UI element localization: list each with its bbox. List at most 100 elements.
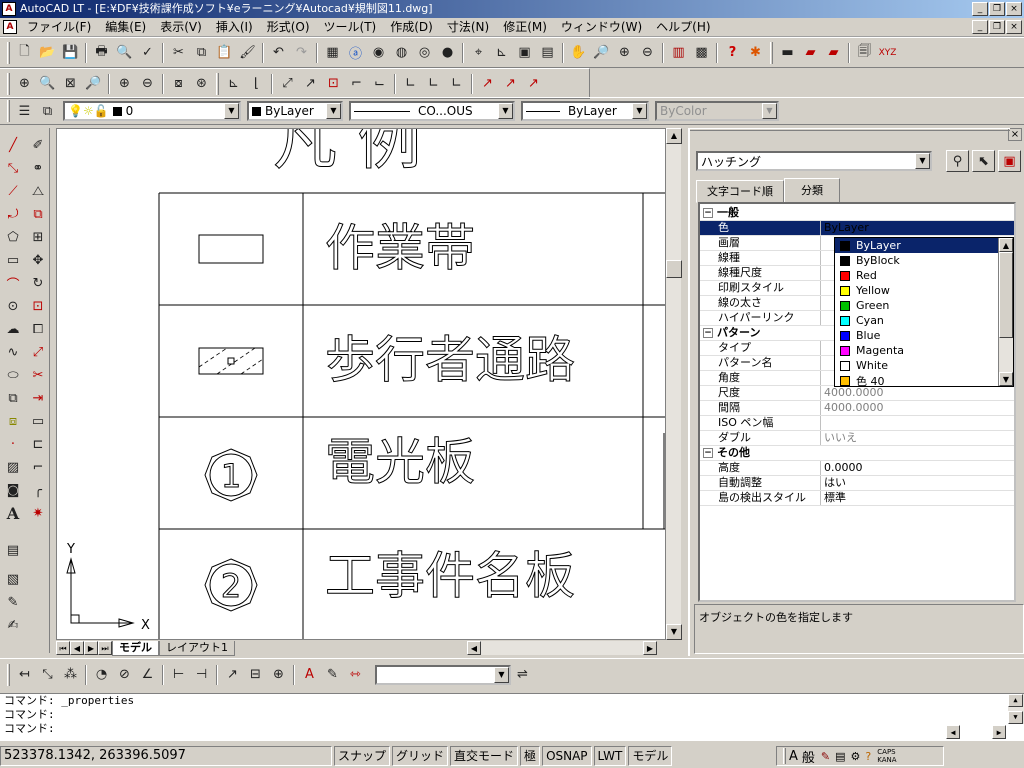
move-icon[interactable]: ✥ [27,249,49,272]
cut-icon[interactable]: ✂ [167,42,190,64]
canvas-vertical-scrollbar[interactable]: ▲ ▼ [665,128,682,640]
linetype-combo[interactable]: CO...OUS ▼ [349,101,515,121]
xyz-filter-icon[interactable]: XYZ [876,42,899,64]
select-objects-icon[interactable]: ⬉ [972,150,995,172]
attribute-icon[interactable]: ✎ [2,591,24,614]
help-icon[interactable]: ? [721,42,744,64]
dimension-text-edit-icon[interactable]: ✎ [321,664,344,686]
layers-dock-icon[interactable]: ▤ [2,539,24,562]
cmd-scroll-up[interactable]: ▲ [1008,694,1023,707]
diameter-dimension-icon[interactable]: ⊘ [113,664,136,686]
color-option[interactable]: Cyan [835,313,999,328]
property-row[interactable]: ダブル いいえ [700,431,1014,446]
layer-combo[interactable]: 💡 ☼ 🔓 0 ▼ [63,101,241,121]
lengthen-icon[interactable]: ⤢ [27,341,49,364]
design-center-icon[interactable]: ▦ [321,42,344,64]
status-toggle[interactable]: グリッド [392,746,449,766]
spline-icon[interactable]: ∿ [2,341,24,364]
status-toggle[interactable]: LWT [593,746,627,766]
chevron-down-icon[interactable]: ▼ [494,666,509,683]
cmd-scroll-right[interactable]: ▶ [992,725,1006,739]
hatch-icon[interactable]: ▨ [2,456,24,479]
zoom-scale-minus-icon[interactable]: ⊖ [136,73,159,95]
stretch-icon[interactable]: ⧠ [27,318,49,341]
dropdown-scroll-thumb[interactable] [999,252,1013,338]
ucs-view-icon[interactable]: ⌐ [345,73,368,95]
scale-icon[interactable]: ⊡ [27,295,49,318]
ime-pad-icon[interactable]: ✎ [821,750,830,763]
ucs-rotate-z-icon[interactable]: ↗ [522,73,545,95]
doc-minimize-button[interactable]: _ [972,20,988,34]
point-icon[interactable]: · [2,433,24,456]
design-center-2-icon[interactable]: ▩ [690,42,713,64]
ellipse-icon[interactable]: ⬭ [2,364,24,387]
scroll-down-arrow[interactable]: ▼ [666,624,682,640]
collapse-icon[interactable]: − [703,448,713,458]
globe-link-icon[interactable]: ◍ [390,42,413,64]
color-option[interactable]: White [835,358,999,373]
doc-close-button[interactable]: × [1006,20,1022,34]
property-row[interactable]: 高度 0.0000 [700,461,1014,476]
property-value[interactable]: いいえ [820,431,1014,445]
chevron-down-icon[interactable]: ▼ [224,103,239,119]
circle-icon[interactable]: ⊙ [2,295,24,318]
property-value[interactable]: 4000.0000 [820,401,1014,415]
chevron-down-icon[interactable]: ▼ [326,103,341,119]
close-button[interactable]: × [1006,2,1022,16]
region-icon[interactable]: ◙ [2,479,24,502]
ucs-face-icon[interactable]: ⊡ [322,73,345,95]
quick-select-icon[interactable]: ⚲ [946,150,969,172]
ucs-x-icon[interactable]: ∟ [399,73,422,95]
property-row[interactable]: 自動調整 はい [700,476,1014,491]
angular-dimension-icon[interactable]: ∠ [136,664,159,686]
globe-icon[interactable]: ◉ [367,42,390,64]
dimension-style-manager-icon[interactable]: ⇌ [511,664,534,686]
snap-from-icon[interactable]: ⊾ [490,42,513,64]
ucs-z-icon[interactable]: ∟ [445,73,468,95]
scroll-thumb[interactable] [666,260,682,278]
status-toggle[interactable]: モデル [628,746,673,766]
autocad-app-icon[interactable]: A [2,2,16,16]
line-icon[interactable]: ╱ [2,134,24,157]
object-type-combo[interactable]: ハッチング ▼ [696,151,932,171]
dimension-style-combo[interactable]: ▼ [375,664,511,685]
tab-prev-arrow[interactable]: ◀ [70,641,84,655]
continue-dimension-icon[interactable]: ⊣ [190,664,213,686]
color-option[interactable]: Magenta [835,343,999,358]
color-combo[interactable]: ByLayer ▼ [247,101,343,121]
dimension-update-icon[interactable]: ⇿ [344,664,367,686]
property-value[interactable]: 4000.0000 [820,386,1014,400]
layer-previous-icon[interactable]: ▰ [822,42,845,64]
property-value[interactable] [820,416,1014,430]
chevron-down-icon[interactable]: ▼ [632,103,647,119]
ucs-3point-icon[interactable]: ⌙ [368,73,391,95]
property-value[interactable]: 標準 [820,491,1014,505]
property-row[interactable]: ISO ペン幅 [700,416,1014,431]
drawing-canvas[interactable]: 凡 例 1 2 作業帯 歩行者通路 電光板 工事件名板 Y X [56,128,666,640]
polygon-icon[interactable]: ⬠ [2,226,24,249]
ucs-y-icon[interactable]: ∟ [422,73,445,95]
menu-item[interactable]: ファイル(F) [20,19,98,36]
zoom-all-icon[interactable]: ⧇ [167,73,190,95]
tab-alphabetic[interactable]: 文字コード順 [696,180,784,203]
lineweight-combo[interactable]: ByLayer ▼ [521,101,649,121]
globe-open-icon[interactable]: ● [436,42,459,64]
object-snap-icon[interactable]: ⌖ [467,42,490,64]
pickadd-icon[interactable]: ▣ [998,150,1021,172]
menu-item[interactable]: ツール(T) [317,19,384,36]
block-icon[interactable]: ▣ [513,42,536,64]
property-value[interactable]: ByLayer [820,221,1014,235]
color-option[interactable]: ByLayer [835,238,999,253]
status-toggle[interactable]: 極 [520,746,541,766]
new-file-icon[interactable]: 🗋 [13,42,36,64]
ime-tools-icon[interactable]: ⚙ [851,750,861,763]
restore-button[interactable]: ❐ [989,2,1005,16]
cmd-hscroll[interactable]: ◀ ▶ [946,725,1006,739]
color-option[interactable]: ByBlock [835,253,999,268]
command-window[interactable]: コマンド: _properties コマンド: コマンド: ▲ ▼ ◀ ▶ [0,693,1024,741]
rotate-icon[interactable]: ↻ [27,272,49,295]
linear-dimension-icon[interactable]: ↤ [13,664,36,686]
block-editor-icon[interactable]: ▧ [2,568,24,591]
zoom-previous-icon[interactable]: ⊖ [636,42,659,64]
explode-icon[interactable]: ✷ [27,502,49,525]
